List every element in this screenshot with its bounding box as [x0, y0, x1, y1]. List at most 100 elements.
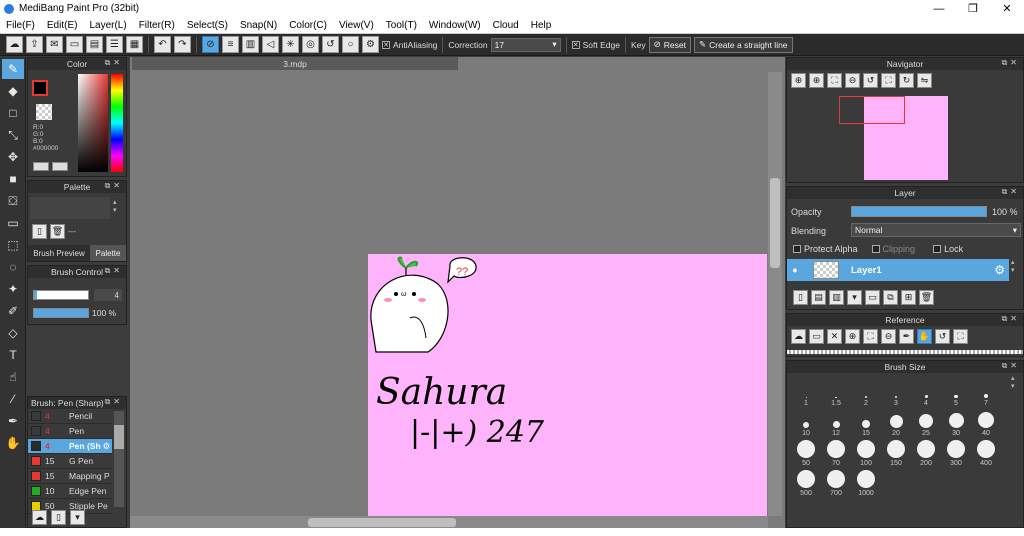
- canvas-paper[interactable]: ω ?? Sahura |-|+) 247: [368, 254, 767, 516]
- horizontal-scroll-thumb[interactable]: [308, 518, 456, 527]
- brush-size-option[interactable]: 300: [941, 437, 971, 467]
- hue-slider[interactable]: [111, 74, 123, 172]
- add-layer-menu-icon[interactable]: ▾: [847, 290, 862, 305]
- upload-icon[interactable]: ⇪: [26, 36, 43, 53]
- menu-window[interactable]: Window(W): [423, 20, 487, 31]
- trash-icon[interactable]: 🗑: [50, 224, 65, 239]
- radial-snap-icon[interactable]: ✳: [282, 36, 299, 53]
- reference-zoom-out-icon[interactable]: ⊖: [881, 329, 896, 344]
- menu-tool[interactable]: Tool(T): [380, 20, 423, 31]
- menu-file[interactable]: File(F): [0, 20, 41, 31]
- clipping-option[interactable]: Clipping: [871, 244, 915, 254]
- document-tab[interactable]: 3.mdp: [132, 57, 458, 70]
- grid-snap-icon[interactable]: ▥: [242, 36, 259, 53]
- soft-edge-checkbox[interactable]: ✕: [571, 40, 580, 49]
- close-reference-icon[interactable]: ✕: [827, 329, 842, 344]
- maximize-button[interactable]: ❐: [956, 0, 990, 17]
- circle-snap-icon[interactable]: ○: [342, 36, 359, 53]
- new-palette-icon[interactable]: ▯: [32, 224, 47, 239]
- brush-size-option[interactable]: 50: [791, 437, 821, 467]
- panel-controls[interactable]: ⧉✕: [105, 181, 123, 191]
- fill-rect-tool-icon[interactable]: ■: [2, 169, 24, 189]
- panel-controls[interactable]: ⧉✕: [105, 58, 123, 68]
- swap-color-button[interactable]: [52, 162, 68, 171]
- tab-brush-preview[interactable]: Brush Preview: [28, 245, 90, 261]
- soft-edge-toggle[interactable]: ✕ Soft Edge: [571, 40, 620, 50]
- saturation-value-picker[interactable]: [78, 74, 108, 172]
- brush-size-option[interactable]: 1000: [851, 467, 881, 497]
- new-layer-icon[interactable]: ▯: [793, 290, 808, 305]
- minimize-button[interactable]: —: [922, 0, 956, 17]
- zoom-out-icon[interactable]: ⊖: [845, 73, 860, 88]
- new-8bit-layer-icon[interactable]: ▥: [829, 290, 844, 305]
- chat-icon[interactable]: ✉: [46, 36, 63, 53]
- foreground-color-swatch[interactable]: [32, 80, 48, 96]
- tab-palette[interactable]: Palette: [90, 245, 126, 261]
- reference-fit-window-icon[interactable]: ⛶: [953, 329, 968, 344]
- protect-alpha-checkbox[interactable]: [793, 245, 801, 253]
- correction-select[interactable]: 17 ▾: [490, 37, 561, 52]
- bucket-tool-icon[interactable]: ⛋: [2, 191, 24, 211]
- list-item[interactable]: 4 Pencil: [28, 409, 112, 424]
- reset-button[interactable]: ⊘ Reset: [648, 36, 691, 53]
- gradient-tool-icon[interactable]: ▭: [2, 213, 24, 233]
- palette-swatch-area[interactable]: [30, 197, 110, 219]
- merge-layer-icon[interactable]: ⊞: [901, 290, 916, 305]
- straight-line-button[interactable]: ✎ Create a straight line: [693, 36, 793, 53]
- brush-size-option[interactable]: 500: [791, 467, 821, 497]
- layer-scroll[interactable]: ▴ ▾: [1011, 259, 1015, 275]
- reference-cloud-icon[interactable]: ☁: [791, 329, 806, 344]
- delete-layer-icon[interactable]: 🗑: [919, 290, 934, 305]
- eraser-tool-icon[interactable]: ◆: [2, 81, 24, 101]
- brush-opacity-slider[interactable]: [33, 308, 89, 318]
- menu-select[interactable]: Select(S): [181, 20, 234, 31]
- brush-size-value[interactable]: 4: [94, 289, 122, 301]
- select-pen-icon[interactable]: ✐: [2, 301, 24, 321]
- menu-edit[interactable]: Edit(E): [41, 20, 84, 31]
- protect-alpha-option[interactable]: Protect Alpha: [793, 244, 858, 254]
- vanishing-point-icon[interactable]: ◁: [262, 36, 279, 53]
- brush-size-option[interactable]: 70: [821, 437, 851, 467]
- reference-zoom-in-icon[interactable]: ⊕: [845, 329, 860, 344]
- menu-help[interactable]: Help: [525, 20, 558, 31]
- navigator-viewport[interactable]: [839, 96, 905, 124]
- panel-controls[interactable]: ⧉✕: [1002, 314, 1020, 324]
- brush-size-option[interactable]: 40: [971, 407, 1001, 437]
- rotate-left-icon[interactable]: ↺: [863, 73, 878, 88]
- reference-eyedropper-icon[interactable]: ✒: [899, 329, 914, 344]
- vertical-scroll-thumb[interactable]: [770, 178, 780, 268]
- clipping-checkbox[interactable]: [871, 245, 880, 253]
- eyedropper-icon[interactable]: ✒: [2, 411, 24, 431]
- folder-icon[interactable]: ▭: [865, 290, 880, 305]
- brush-size-option[interactable]: 700: [821, 467, 851, 497]
- visibility-eye-icon[interactable]: ●: [787, 265, 803, 275]
- gear-icon[interactable]: ⚙: [103, 441, 111, 452]
- panel-controls[interactable]: ⧉✕: [1002, 58, 1020, 68]
- background-color-swatch[interactable]: [36, 104, 52, 120]
- rotate-right-icon[interactable]: ↻: [899, 73, 914, 88]
- list-item[interactable]: 10 Edge Pen: [28, 484, 112, 499]
- undo-icon[interactable]: ↶: [154, 36, 171, 53]
- brush-size-option[interactable]: 25: [911, 407, 941, 437]
- document-icon[interactable]: ▤: [86, 36, 103, 53]
- zoom-in-icon[interactable]: ⊕: [791, 73, 806, 88]
- add-color-button[interactable]: [33, 162, 49, 171]
- brush-size-option[interactable]: 100: [851, 437, 881, 467]
- snap-settings-icon[interactable]: ⚙: [362, 36, 379, 53]
- hand-tool-icon[interactable]: ✋: [2, 433, 24, 453]
- brush-size-option[interactable]: 2: [851, 377, 881, 407]
- divide-tool-icon[interactable]: ⁄: [2, 389, 24, 409]
- list-item[interactable]: 15 Mapping P: [28, 469, 112, 484]
- brush-size-option[interactable]: 12: [821, 407, 851, 437]
- cloud-icon[interactable]: ☁: [6, 36, 23, 53]
- antialiasing-checkbox[interactable]: ✕: [382, 40, 390, 49]
- duplicate-layer-icon[interactable]: ⧉: [883, 290, 898, 305]
- close-button[interactable]: ✕: [990, 0, 1024, 17]
- reference-fit-icon[interactable]: ⛶: [863, 329, 878, 344]
- lasso-tool-icon[interactable]: ◌: [2, 257, 24, 277]
- blending-select[interactable]: Normal ▾: [851, 223, 1021, 237]
- brush-size-option[interactable]: 5: [941, 377, 971, 407]
- magic-wand-icon[interactable]: ✦: [2, 279, 24, 299]
- new-halftone-layer-icon[interactable]: ▤: [811, 290, 826, 305]
- grid-icon[interactable]: ▦: [126, 36, 143, 53]
